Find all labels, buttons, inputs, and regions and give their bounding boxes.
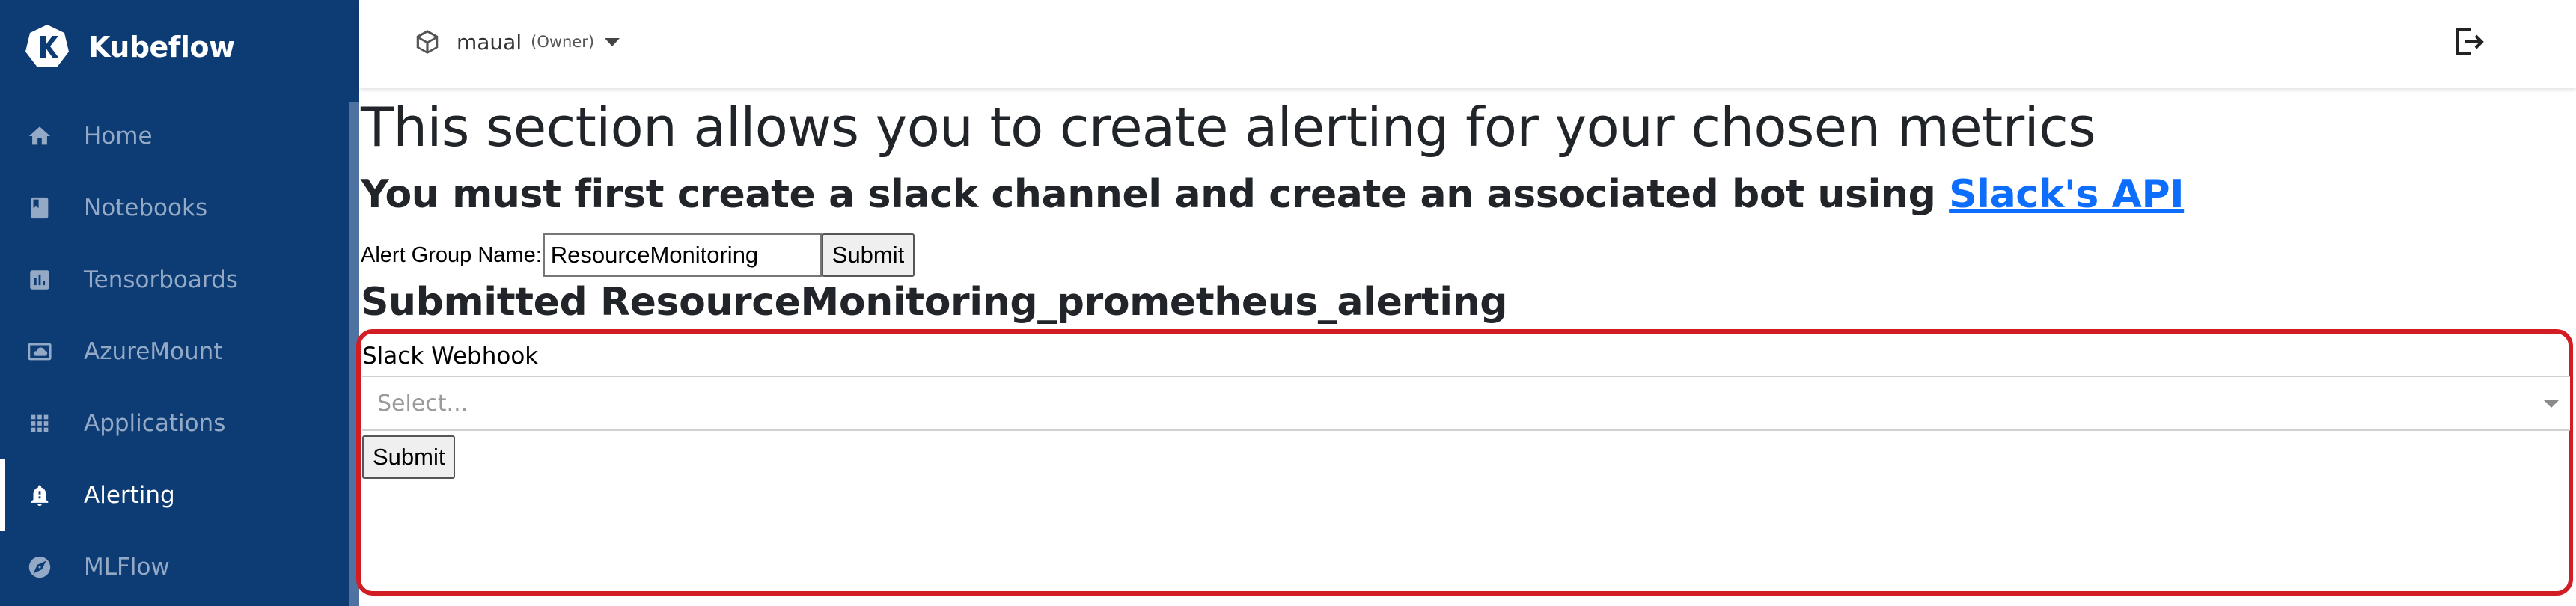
sidebar-nav: Home Notebooks Tensorboards AzureMount A…: [0, 100, 349, 603]
home-icon: [27, 123, 52, 149]
sidebar-item-tensorboards[interactable]: Tensorboards: [0, 244, 349, 316]
sidebar-item-label: Alerting: [84, 482, 175, 509]
sidebar-item-label: Tensorboards: [84, 266, 238, 293]
brand-name: Kubeflow: [88, 31, 235, 64]
sidebar-item-label: Home: [84, 123, 153, 150]
chevron-down-icon: [605, 37, 620, 46]
select-placeholder: Select...: [377, 390, 468, 417]
logout-icon[interactable]: [2450, 24, 2486, 60]
sidebar-item-home[interactable]: Home: [0, 100, 349, 172]
submit-button[interactable]: Submit: [821, 233, 915, 277]
book-icon: [27, 195, 52, 221]
chart-icon: [27, 267, 52, 293]
alert-group-name-input[interactable]: [543, 233, 822, 277]
submitted-message: Submitted ResourceMonitoring_prometheus_…: [361, 280, 1508, 325]
sidebar-item-mlflow[interactable]: MLFlow: [0, 531, 349, 603]
alert-group-label: Alert Group Name:: [361, 242, 542, 267]
sidebar-item-label: MLFlow: [84, 554, 170, 581]
alert-group-form: Alert Group Name: Submit: [361, 233, 915, 277]
page-title: This section allows you to create alerti…: [361, 96, 2096, 159]
slack-api-link[interactable]: Slack's API: [1949, 172, 2184, 217]
alert-bell-icon: [27, 483, 52, 508]
slack-webhook-select[interactable]: Select...: [362, 376, 2570, 431]
namespace-selector[interactable]: maual (Owner): [413, 24, 620, 60]
chevron-down-icon: [2543, 400, 2560, 408]
subtitle-text: You must first create a slack channel an…: [361, 172, 1950, 217]
sidebar-item-label: Notebooks: [84, 195, 208, 221]
sidebar-item-azuremount[interactable]: AzureMount: [0, 316, 349, 388]
webhook-submit-button[interactable]: Submit: [362, 435, 456, 479]
page-subtitle: You must first create a slack channel an…: [361, 172, 2185, 217]
sidebar: Kubeflow Home Notebooks Tensorboards Azu…: [0, 0, 359, 606]
slack-webhook-label: Slack Webhook: [362, 343, 539, 370]
cloud-drive-icon: [27, 339, 52, 364]
sidebar-item-alerting[interactable]: Alerting: [0, 459, 349, 531]
kubeflow-logo-icon: [25, 25, 69, 67]
sidebar-item-notebooks[interactable]: Notebooks: [0, 172, 349, 244]
slack-webhook-panel: Slack Webhook Select... Submit: [356, 329, 2573, 596]
brand[interactable]: Kubeflow: [22, 21, 235, 73]
apps-grid-icon: [27, 411, 52, 436]
top-bar: maual (Owner): [359, 0, 2576, 88]
namespace-name: maual: [457, 29, 522, 55]
sidebar-item-label: Applications: [84, 410, 226, 437]
cube-icon: [416, 30, 439, 54]
sidebar-item-label: AzureMount: [84, 338, 223, 365]
sidebar-item-applications[interactable]: Applications: [0, 388, 349, 459]
compass-icon: [27, 554, 52, 580]
namespace-role: (Owner): [531, 33, 595, 51]
